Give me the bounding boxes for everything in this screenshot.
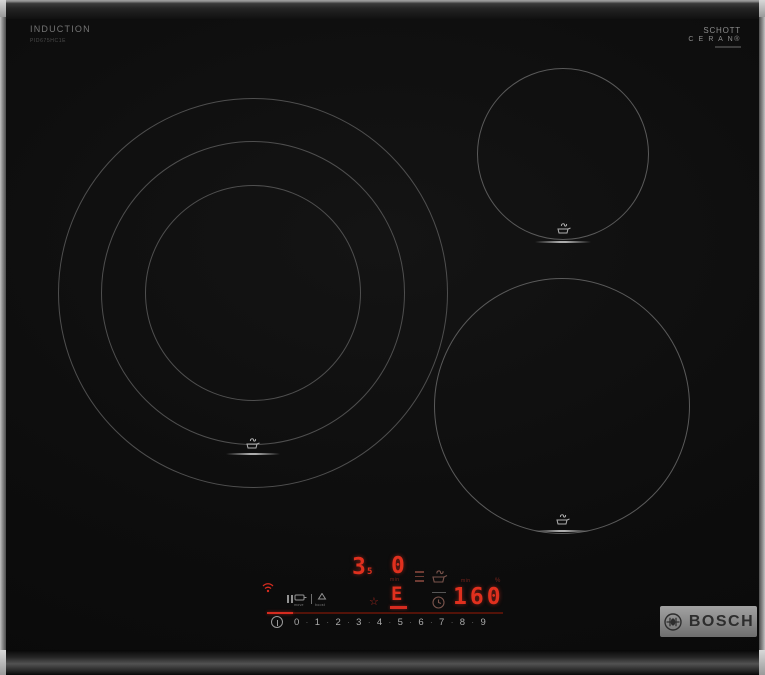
timer-display: 160	[453, 586, 504, 609]
level-separator: ·	[347, 618, 350, 627]
pan-move-label: move	[294, 604, 304, 608]
level-separator: ·	[306, 618, 309, 627]
ceran-line: C E R A N®	[688, 36, 741, 43]
level-selector[interactable]: 0 · 1 · 2 · 3 · 4 · 5 · 6 · 7 · 8 · 9	[294, 617, 486, 628]
level-1[interactable]: 1	[315, 617, 320, 628]
zone-marker-line	[226, 453, 280, 455]
level-2[interactable]: 2	[335, 617, 340, 628]
level-5[interactable]: 5	[398, 617, 403, 628]
level-3[interactable]: 3	[356, 617, 361, 628]
left-zone-power-display: 3	[352, 556, 366, 579]
pan-steam-icon[interactable]	[429, 566, 448, 584]
corner-cap	[0, 0, 6, 17]
level-separator: ·	[409, 618, 412, 627]
bosch-logo-text: BOSCH	[689, 613, 754, 631]
corner-cap	[0, 650, 6, 675]
level-separator: ·	[471, 618, 474, 627]
zone-marker-line	[534, 530, 590, 532]
level-separator: ·	[451, 618, 454, 627]
level-4[interactable]: 4	[377, 617, 382, 628]
model-number: PID675HC1E	[30, 38, 66, 44]
boost-icon[interactable]	[317, 593, 327, 602]
level-slider-track[interactable]	[267, 612, 503, 614]
rear-right-power-display: 0	[391, 555, 405, 578]
left-zone-ring-inner	[145, 185, 361, 401]
induction-label: INDUCTION	[30, 24, 91, 34]
bosch-logo-badge: BOSCH	[660, 606, 757, 637]
front-right-zone-ring	[434, 278, 690, 534]
level-0[interactable]: 0	[294, 617, 299, 628]
pan-zone-marker-icon	[554, 511, 570, 526]
timer-divider	[432, 592, 446, 593]
rear-right-zone-ring	[477, 68, 649, 240]
bottom-trim	[0, 650, 765, 675]
zone-marker-line	[535, 241, 591, 243]
boost-label: boost	[315, 604, 325, 608]
level-separator: ·	[389, 618, 392, 627]
level-6[interactable]: 6	[418, 617, 423, 628]
icon-divider	[311, 594, 312, 604]
right-trim	[759, 0, 765, 675]
menu-lines-icon[interactable]	[415, 571, 424, 582]
left-trim	[0, 0, 6, 675]
level-8[interactable]: 8	[460, 617, 465, 628]
pan-zone-marker-icon	[555, 220, 571, 235]
pan-move-icon[interactable]	[294, 594, 307, 602]
top-trim	[0, 0, 765, 19]
star-icon[interactable]: ☆	[369, 597, 379, 608]
level-separator: ·	[430, 618, 433, 627]
schott-line: SCHOTT	[688, 26, 741, 35]
left-zone-power-sub-display: 5	[367, 568, 372, 577]
zone-select-indicator	[390, 606, 407, 609]
level-slider-active	[267, 612, 293, 614]
bosch-anchor-icon	[663, 612, 683, 632]
pan-zone-marker-icon	[244, 435, 260, 450]
power-button[interactable]	[271, 616, 283, 628]
corner-cap	[759, 650, 765, 675]
schott-ceran-logo: SCHOTT C E R A N®	[688, 26, 741, 48]
wifi-icon[interactable]	[261, 582, 275, 593]
pause-icon[interactable]	[287, 595, 293, 603]
corner-cap	[759, 0, 765, 17]
schott-subline	[715, 46, 741, 48]
center-status-display: E	[391, 585, 402, 604]
level-separator: ·	[326, 618, 329, 627]
level-9[interactable]: 9	[480, 617, 485, 628]
induction-hob: INDUCTION PID675HC1E SCHOTT C E R A N®	[0, 0, 765, 675]
clock-icon[interactable]	[432, 596, 445, 609]
level-separator: ·	[368, 618, 371, 627]
level-7[interactable]: 7	[439, 617, 444, 628]
